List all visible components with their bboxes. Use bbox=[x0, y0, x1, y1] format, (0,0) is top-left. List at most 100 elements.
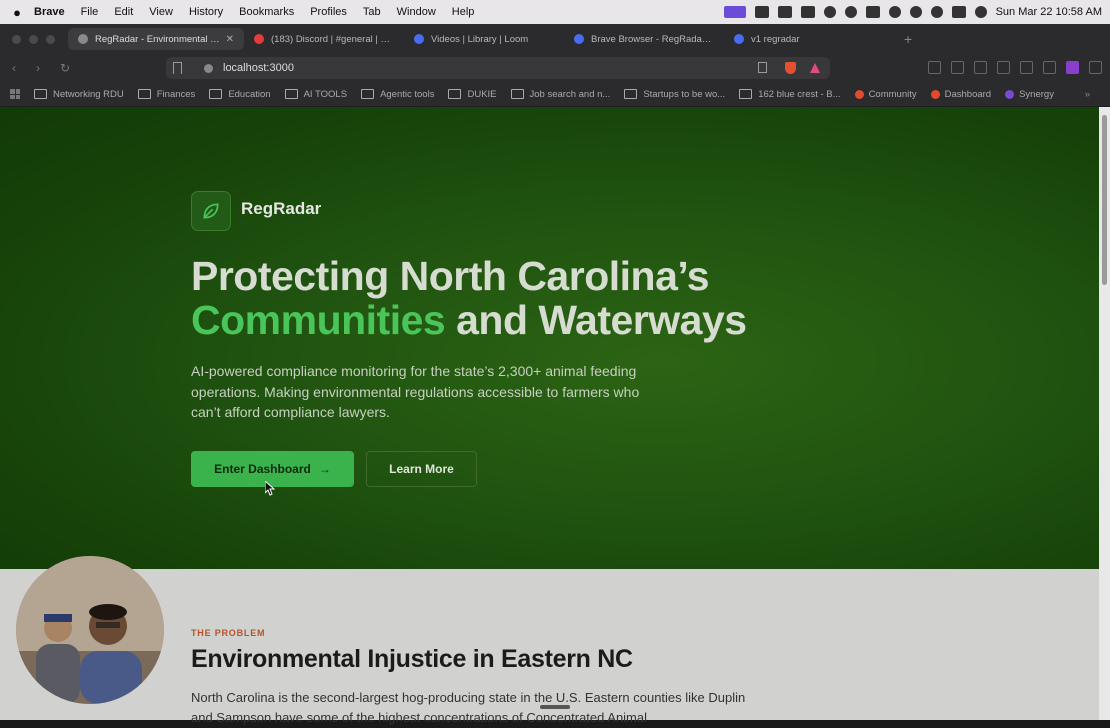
bookmark-folder-startups[interactable]: Startups to be wo... bbox=[624, 89, 725, 100]
hamburger-menu-icon[interactable] bbox=[1089, 61, 1102, 74]
back-arrow-icon[interactable]: ‹ bbox=[12, 61, 24, 75]
browser-tab-bar: RegRadar - Environmental Compliance ✕ (1… bbox=[0, 24, 1110, 54]
tab-v1-regradar[interactable]: v1 regradar bbox=[724, 28, 884, 50]
extension-icon[interactable] bbox=[1066, 61, 1079, 74]
battery-icon[interactable] bbox=[865, 6, 880, 18]
menu-bar-clock[interactable]: Sun Mar 22 10:58 AM bbox=[996, 6, 1102, 18]
section-title: Environmental Injustice in Eastern NC bbox=[191, 645, 633, 673]
media-icon[interactable] bbox=[974, 61, 987, 74]
learn-more-button[interactable]: Learn More bbox=[366, 451, 477, 487]
mouse-cursor-icon bbox=[265, 481, 275, 496]
brand-name[interactable]: RegRadar bbox=[241, 199, 321, 219]
regradar-logo[interactable] bbox=[191, 191, 231, 231]
minimize-window-button[interactable] bbox=[29, 34, 38, 44]
siri-icon[interactable] bbox=[974, 6, 987, 18]
menu-file[interactable]: File bbox=[81, 6, 99, 18]
close-tab-icon[interactable]: ✕ bbox=[226, 34, 234, 45]
wifi-icon[interactable] bbox=[888, 6, 901, 18]
enter-dashboard-label: Enter Dashboard bbox=[214, 462, 311, 476]
discord-favicon-icon bbox=[254, 34, 264, 44]
stats-icon[interactable] bbox=[777, 6, 792, 18]
play-icon[interactable] bbox=[844, 6, 857, 18]
bookmark-label: 162 blue crest - B... bbox=[758, 88, 841, 100]
sidebar-toggle-icon[interactable] bbox=[997, 61, 1010, 74]
bookmark-label: Agentic tools bbox=[380, 88, 435, 100]
bookmark-folder-education[interactable]: Education bbox=[209, 89, 271, 100]
tab-loom[interactable]: Videos | Library | Loom bbox=[404, 28, 564, 50]
reload-icon[interactable]: ↻ bbox=[60, 61, 72, 75]
folder-icon bbox=[510, 89, 524, 99]
brave-rewards-icon[interactable] bbox=[810, 63, 820, 73]
folder-icon bbox=[137, 89, 151, 99]
bookmark-label: Synergy bbox=[1019, 88, 1054, 100]
site-info-icon[interactable] bbox=[204, 63, 213, 73]
menu-help[interactable]: Help bbox=[452, 6, 475, 18]
bookmark-folder-finances[interactable]: Finances bbox=[137, 89, 195, 100]
screen-record-icon[interactable] bbox=[723, 6, 746, 18]
url-text[interactable]: localhost:3000 bbox=[223, 62, 294, 74]
bookmark-label: Community bbox=[868, 88, 917, 100]
hero-description: AI-powered compliance monitoring for the… bbox=[191, 363, 640, 420]
bookmark-synergy[interactable]: Synergy bbox=[1005, 89, 1054, 100]
status-app-icon[interactable] bbox=[754, 6, 769, 18]
apple-icon[interactable]: ● bbox=[0, 5, 34, 20]
tab-discord[interactable]: (183) Discord | #general | HackDuke bbox=[244, 28, 404, 50]
menu-view[interactable]: View bbox=[149, 6, 173, 18]
vpn-shield-icon[interactable] bbox=[1043, 61, 1056, 74]
scrollbar-thumb[interactable] bbox=[1102, 115, 1107, 285]
menu-edit[interactable]: Edit bbox=[114, 6, 133, 18]
headline-rest: and Waterways bbox=[445, 297, 747, 343]
webcam-people-image bbox=[16, 556, 164, 704]
focus-moon-icon[interactable] bbox=[909, 6, 922, 18]
menu-profiles[interactable]: Profiles bbox=[310, 6, 347, 18]
bookmarks-overflow-icon[interactable]: » bbox=[1085, 89, 1090, 100]
new-tab-plus-icon[interactable]: + bbox=[904, 31, 912, 47]
forward-arrow-icon[interactable]: › bbox=[36, 61, 48, 75]
zoom-window-button[interactable] bbox=[46, 34, 55, 44]
spotlight-search-icon[interactable] bbox=[930, 6, 943, 18]
menu-bookmarks[interactable]: Bookmarks bbox=[239, 6, 294, 18]
folder-icon bbox=[209, 89, 223, 99]
arrow-right-icon: → bbox=[318, 462, 331, 476]
bookmark-folder-blue-crest[interactable]: 162 blue crest - B... bbox=[739, 88, 841, 100]
address-bar[interactable]: localhost:3000 bbox=[166, 57, 830, 79]
bookmark-folder-ai-tools[interactable]: AI TOOLS bbox=[284, 89, 347, 100]
community-favicon-icon bbox=[854, 89, 864, 99]
menu-bar-status-area: Sun Mar 22 10:58 AM bbox=[723, 0, 1102, 24]
bookmark-community[interactable]: Community bbox=[854, 88, 917, 100]
vpn-icon[interactable] bbox=[823, 6, 836, 18]
bookmark-label: Dashboard bbox=[944, 88, 992, 100]
share-icon[interactable] bbox=[758, 62, 767, 73]
leaf-icon bbox=[203, 203, 219, 219]
close-window-button[interactable] bbox=[12, 34, 21, 44]
menu-history[interactable]: History bbox=[189, 6, 223, 18]
folder-icon bbox=[34, 89, 47, 99]
bookmark-dashboard[interactable]: Dashboard bbox=[930, 88, 992, 100]
menu-tab[interactable]: Tab bbox=[363, 6, 381, 18]
macos-menu-bar: ● Brave File Edit View History Bookmarks… bbox=[0, 0, 1110, 24]
apps-grid-icon[interactable] bbox=[10, 89, 20, 99]
bookmark-folder-networking[interactable]: Networking RDU bbox=[34, 89, 124, 100]
webcam-overlay[interactable] bbox=[16, 556, 164, 704]
bookmark-folder-dukie[interactable]: DUKIE bbox=[448, 89, 497, 100]
wallet-icon[interactable] bbox=[1020, 61, 1033, 74]
menu-window[interactable]: Window bbox=[397, 6, 436, 18]
bookmark-folder-agentic-tools[interactable]: Agentic tools bbox=[361, 89, 434, 100]
window-controls bbox=[0, 34, 68, 44]
tab-brave-browser[interactable]: Brave Browser - RegRadar - Environmental bbox=[564, 28, 724, 50]
globe-favicon-icon bbox=[78, 34, 88, 44]
page-scrollbar[interactable] bbox=[1099, 107, 1110, 720]
folder-icon bbox=[739, 89, 753, 99]
brave-shields-icon[interactable] bbox=[785, 62, 796, 74]
downloads-icon[interactable] bbox=[951, 61, 964, 74]
bookmark-folder-job-search[interactable]: Job search and n... bbox=[510, 89, 610, 100]
bookmark-label: Startups to be wo... bbox=[643, 88, 726, 100]
site-favicon-icon bbox=[734, 34, 744, 44]
control-center-icon[interactable] bbox=[951, 6, 966, 18]
reader-mode-icon[interactable] bbox=[928, 61, 941, 74]
display-icon[interactable] bbox=[800, 6, 815, 18]
bookmark-page-icon[interactable] bbox=[173, 62, 182, 74]
menu-app-name[interactable]: Brave bbox=[34, 6, 65, 18]
tab-regradar[interactable]: RegRadar - Environmental Compliance ✕ bbox=[68, 28, 244, 50]
hero-headline: Protecting North Carolina’s Communities … bbox=[191, 254, 747, 342]
